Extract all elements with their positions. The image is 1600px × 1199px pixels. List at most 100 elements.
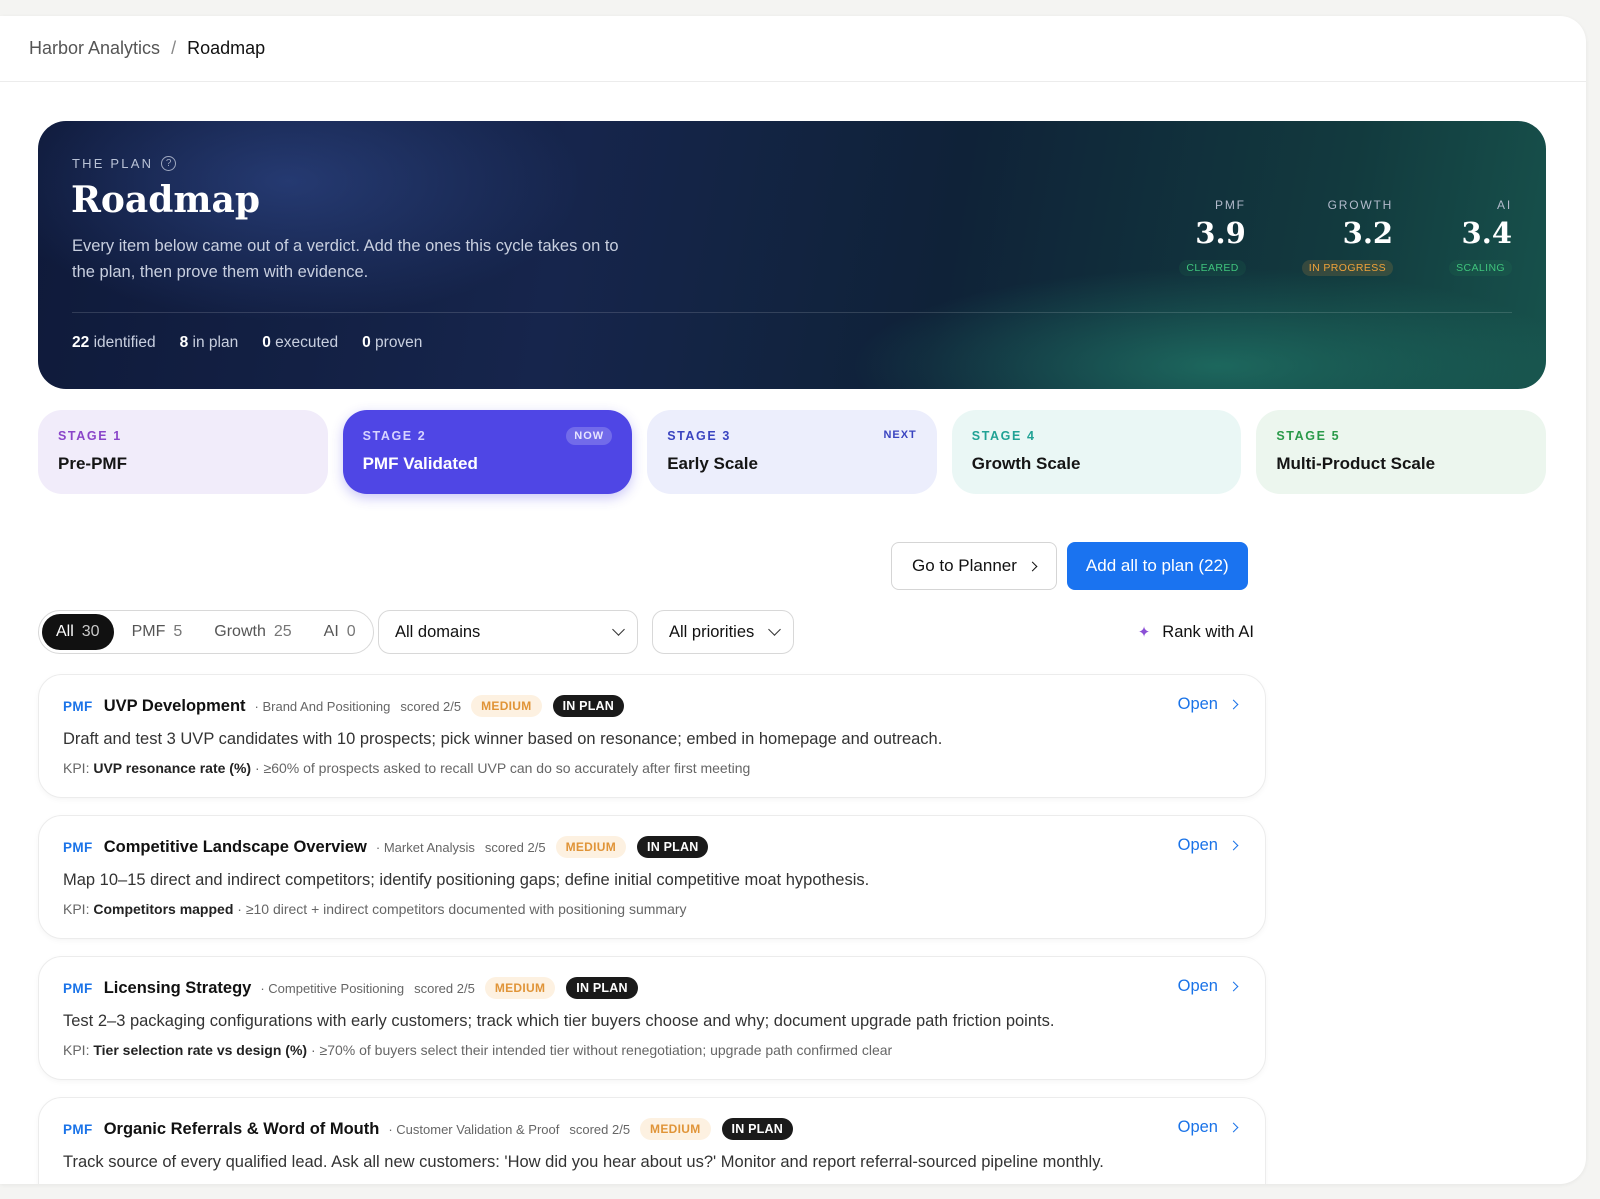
open-item-link[interactable]: Open (1177, 836, 1239, 855)
kpi-name: UVP resonance rate (%) (93, 760, 252, 776)
stage-next-badge: NEXT (883, 429, 917, 441)
stage-number: STAGE 4 (971, 429, 1036, 443)
status-badge: IN PLAN (637, 836, 709, 858)
item-category: · Brand And Positioning (254, 698, 391, 714)
stage-card-4[interactable]: STAGE 4 Growth Scale (951, 410, 1242, 494)
priority-select[interactable]: All priorities (652, 610, 794, 654)
app-window: Harbor Analytics / Roadmap THE PLAN ? Ro… (0, 16, 1586, 1184)
item-score: scored 2/5 (484, 839, 546, 855)
stage-card-5[interactable]: STAGE 5 Multi-Product Scale (1256, 410, 1546, 494)
plan-hero: THE PLAN ? Roadmap Every item below came… (38, 121, 1546, 389)
stat-label: executed (275, 334, 339, 351)
stage-card-1[interactable]: STAGE 1 Pre-PMF (38, 410, 328, 494)
item-domain: PMF (63, 839, 93, 855)
item-score: scored 2/5 (400, 698, 462, 714)
stat-label: in plan (192, 334, 239, 351)
segment-growth[interactable]: Growth 25 (200, 614, 305, 650)
breadcrumb-root[interactable]: Harbor Analytics (29, 38, 160, 59)
score-value: 3.4 (1461, 216, 1512, 250)
chevron-right-icon (1228, 1122, 1239, 1133)
add-all-to-plan-button[interactable]: Add all to plan (22) (1066, 542, 1248, 590)
priority-badge: MEDIUM (484, 977, 556, 999)
hero-description: Every item below came out of a verdict. … (72, 237, 619, 281)
score-label: PMF (1215, 198, 1246, 212)
segment-label: AI (323, 623, 339, 640)
segment-label: PMF (131, 623, 166, 640)
item-header: PMF Competitive Landscape Overview · Mar… (63, 836, 1241, 858)
help-icon[interactable]: ? (161, 156, 177, 171)
item-header: PMF Organic Referrals & Word of Mouth · … (63, 1118, 1241, 1140)
stat-in-plan: 8 in plan (180, 334, 239, 352)
item-score: scored 2/5 (569, 1121, 631, 1137)
item-domain: PMF (63, 698, 93, 714)
segment-pmf[interactable]: PMF 5 (118, 614, 197, 650)
rank-with-ai-button[interactable]: ✦ Rank with AI (1138, 610, 1254, 654)
kpi-prefix: KPI: (63, 901, 90, 917)
score-value: 3.2 (1342, 216, 1394, 250)
open-item-link[interactable]: Open (1177, 977, 1239, 996)
item-description: Map 10–15 direct and indirect competitor… (63, 871, 870, 889)
breadcrumb-current: Roadmap (187, 38, 266, 58)
stat-value: 0 (362, 334, 371, 351)
open-item-link[interactable]: Open (1178, 695, 1239, 714)
item-header: PMF UVP Development · Brand And Position… (63, 695, 1241, 717)
status-badge: IN PLAN (552, 695, 624, 717)
item-kpi: KPI: UVP resonance rate (%) · ≥60% of pr… (63, 760, 1241, 776)
stat-label: identified (93, 334, 156, 351)
chevron-right-icon (1027, 561, 1038, 571)
chevron-right-icon (1228, 981, 1239, 992)
stat-proven: 0 proven (362, 334, 422, 352)
kpi-name: Competitors mapped (93, 901, 234, 917)
item-title: UVP Development (103, 696, 246, 715)
open-label: Open (1177, 836, 1218, 854)
score-label: GROWTH (1327, 198, 1394, 212)
breadcrumb: Harbor Analytics / Roadmap (0, 16, 1586, 82)
roadmap-item[interactable]: PMF Organic Referrals & Word of Mouth · … (38, 1097, 1266, 1184)
item-kpi: KPI: Competitors mapped · ≥10 direct + i… (63, 901, 1241, 917)
item-kpi: KPI: Tier selection rate vs design (%) ·… (63, 1042, 1241, 1058)
item-title: Licensing Strategy (103, 978, 252, 997)
stat-value: 22 (72, 334, 90, 351)
priority-select-value: All priorities (669, 622, 755, 641)
hero-eyebrow: THE PLAN ? (72, 156, 177, 171)
page-title: Roadmap (71, 179, 261, 221)
segment-all[interactable]: All 30 (42, 614, 114, 650)
stage-now-badge: NOW (566, 427, 613, 445)
item-description: Draft and test 3 UVP candidates with 10 … (63, 730, 943, 748)
item-title: Organic Referrals & Word of Mouth (103, 1119, 380, 1138)
rank-with-ai-label: Rank with AI (1162, 622, 1254, 641)
segment-ai[interactable]: AI 0 (310, 614, 370, 650)
hero-divider (72, 312, 1512, 313)
chevron-down-icon (612, 623, 625, 636)
stage-card-2[interactable]: STAGE 2 PMF Validated NOW (342, 410, 633, 494)
status-badge: IN PLAN (721, 1118, 793, 1140)
score-label: AI (1497, 198, 1512, 212)
domain-segmented-control: All 30 PMF 5 Growth 25 AI 0 (38, 610, 374, 654)
item-description: Track source of every qualified lead. As… (63, 1153, 1104, 1171)
stat-executed: 0 executed (262, 334, 338, 352)
roadmap-item[interactable]: PMF UVP Development · Brand And Position… (38, 674, 1266, 798)
item-domain: PMF (63, 1121, 93, 1137)
kpi-prefix: KPI: (63, 760, 90, 776)
kpi-name: Tier selection rate vs design (%) (93, 1042, 308, 1058)
stage-card-3[interactable]: STAGE 3 Early Scale NEXT (647, 410, 937, 494)
segment-label: All (56, 623, 74, 640)
open-item-link[interactable]: Open (1178, 1118, 1239, 1137)
stage-number: STAGE 5 (1276, 429, 1341, 443)
kpi-target: · ≥70% of buyers select their intended t… (307, 1042, 893, 1058)
stage-tracker: STAGE 1 Pre-PMF STAGE 2 PMF Validated NO… (38, 410, 1546, 494)
roadmap-item[interactable]: PMF Competitive Landscape Overview · Mar… (38, 815, 1266, 939)
stage-number: STAGE 1 (58, 429, 122, 443)
segment-count: 25 (273, 623, 292, 640)
stat-value: 8 (179, 334, 189, 351)
go-to-planner-button[interactable]: Go to Planner (891, 542, 1057, 590)
open-label: Open (1177, 977, 1218, 995)
domain-select[interactable]: All domains (378, 610, 638, 654)
segment-count: 30 (81, 623, 100, 640)
breadcrumb-separator: / (171, 38, 177, 58)
domain-select-value: All domains (395, 622, 481, 641)
stat-label: proven (375, 334, 423, 351)
item-domain: PMF (63, 980, 93, 996)
score-ai: AI 3.4 SCALING (1449, 198, 1512, 276)
roadmap-item[interactable]: PMF Licensing Strategy · Competitive Pos… (38, 956, 1266, 1080)
